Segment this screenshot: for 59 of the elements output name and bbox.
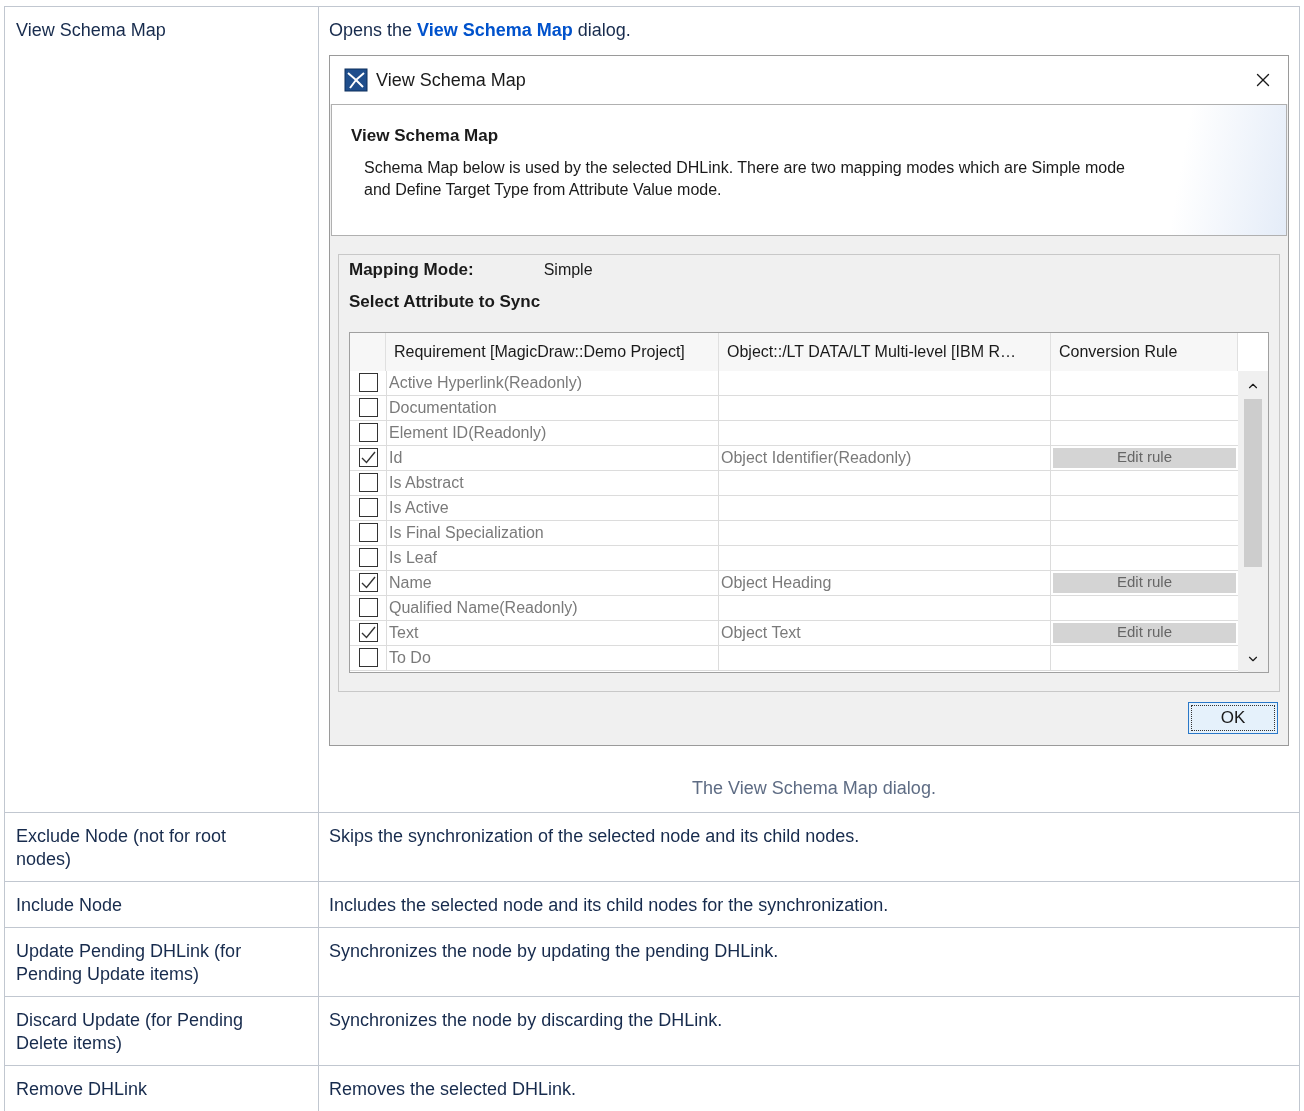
checkmark-icon <box>360 626 376 639</box>
table-cell-text: Is Leaf <box>389 547 438 568</box>
row-checkbox[interactable] <box>358 398 378 417</box>
header-title: View Schema Map <box>351 125 499 147</box>
term-text: Include Node <box>16 894 123 917</box>
edit-rule-button[interactable]: Edit rule <box>1053 447 1236 468</box>
description-text: Opens the View Schema Map dialog. <box>329 19 631 42</box>
checkmark-icon <box>360 451 376 464</box>
row-checkbox[interactable] <box>358 623 378 642</box>
dialog-link[interactable]: View Schema Map <box>417 20 573 40</box>
row-checkbox[interactable] <box>358 548 378 567</box>
table-cell-text: Element ID(Readonly) <box>389 422 547 443</box>
term-text: Discard Update (for Pending Delete items) <box>16 1009 245 1055</box>
table-cell-text: Active Hyperlink(Readonly) <box>389 372 582 393</box>
term-text: Exclude Node (not for root nodes) <box>16 825 228 871</box>
column-header: Object::/LT DATA/LT Multi-level [IBM R… <box>719 332 1051 371</box>
term-text: View Schema Map <box>16 19 166 42</box>
table-cell-text: Id <box>389 447 403 468</box>
ok-button[interactable]: OK <box>1188 702 1278 734</box>
description-text: Includes the selected node and its child nodes for the synchronization. <box>329 894 889 917</box>
row-checkbox[interactable] <box>358 423 378 442</box>
checkmark-icon <box>360 576 376 589</box>
table-cell-text: Object Identifier(Readonly) <box>721 447 912 468</box>
row-checkbox[interactable] <box>358 573 378 592</box>
table-cell-text: Is Abstract <box>389 472 464 493</box>
column-header: Requirement [MagicDraw::Demo Project] <box>386 332 719 371</box>
section-title: Select Attribute to Sync <box>349 291 541 313</box>
app-icon <box>344 68 368 92</box>
table-cell-text: To Do <box>389 647 431 668</box>
description-text: Removes the selected DHLink. <box>329 1078 577 1101</box>
mapping-mode-value: Simple <box>543 260 593 280</box>
row-checkbox[interactable] <box>358 498 378 517</box>
row-checkbox[interactable] <box>358 373 378 392</box>
window-title: View Schema Map <box>376 68 526 92</box>
description-text: Synchronizes the node by updating the pending DHLink. <box>329 940 779 963</box>
row-checkbox[interactable] <box>358 648 378 667</box>
table-cell-text: Is Final Specialization <box>389 522 544 543</box>
figure-caption: The View Schema Map dialog. <box>691 777 936 800</box>
table-cell-text: Documentation <box>389 397 497 418</box>
description-text: Skips the synchronization of the selected node and its child nodes. <box>329 825 860 848</box>
table-cell-text: Name <box>389 572 432 593</box>
term-text: Remove DHLink <box>16 1078 148 1101</box>
scrollbar-thumb[interactable] <box>1244 398 1262 567</box>
row-checkbox[interactable] <box>358 598 378 617</box>
edit-rule-button[interactable]: Edit rule <box>1053 572 1236 593</box>
description-text: Synchronizes the node by discarding the DHLink. <box>329 1009 723 1032</box>
row-checkbox[interactable] <box>358 523 378 542</box>
table-cell-text: Object Text <box>721 622 801 643</box>
edit-rule-button[interactable]: Edit rule <box>1053 622 1236 643</box>
table-cell-text: Qualified Name(Readonly) <box>389 597 578 618</box>
table-cell-text: Object Heading <box>721 572 832 593</box>
header-text: Schema Map below is used by the selected DHLink. There are two mapping modes which are Simple mode and Define Target Type from Attribute Value mode. <box>363 157 1126 200</box>
row-checkbox[interactable] <box>358 473 378 492</box>
mapping-mode-label: Mapping Mode: <box>349 259 474 282</box>
term-text: Update Pending DHLink (for Pending Update items) <box>16 940 243 986</box>
table-cell-text: Text <box>389 622 419 643</box>
column-header: Conversion Rule <box>1051 332 1238 371</box>
row-checkbox[interactable] <box>358 448 378 467</box>
table-cell-text: Is Active <box>389 497 449 518</box>
